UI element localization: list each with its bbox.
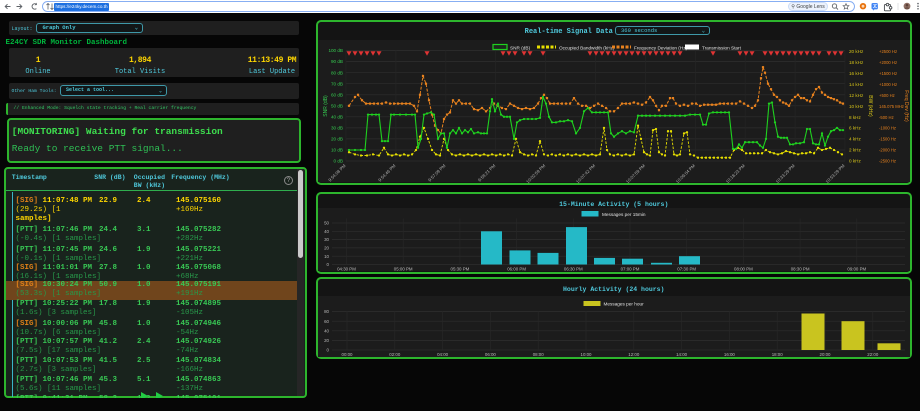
svg-text:4 kHz: 4 kHz [849,137,861,142]
svg-text:05:30 PM: 05:30 PM [451,267,470,272]
svg-text:00:00: 00:00 [342,352,354,357]
svg-text:SNR (dB): SNR (dB) [510,46,530,51]
svg-text:14 kHz: 14 kHz [849,82,864,87]
svg-text:60 dB: 60 dB [331,92,343,97]
svg-text:Messages per 15min: Messages per 15min [602,212,646,217]
svg-text:20 dB: 20 dB [331,137,343,142]
svg-text:50: 50 [324,221,329,226]
svg-text:90 dB: 90 dB [331,59,343,64]
svg-text:-2000 Hz: -2000 Hz [879,148,896,153]
svg-text:20:00: 20:00 [820,352,832,357]
svg-text:06:00 PM: 06:00 PM [507,267,526,272]
svg-text:04:30 PM: 04:30 PM [337,267,356,272]
svg-text:12:00: 12:00 [628,352,640,357]
svg-text:-2500 Hz: -2500 Hz [879,159,896,164]
svg-text:05:00 PM: 05:00 PM [394,267,413,272]
svg-text:06:30 PM: 06:30 PM [564,267,583,272]
svg-text:100 dB: 100 dB [328,48,343,53]
svg-text:07:00 PM: 07:00 PM [621,267,640,272]
svg-text:10 dB: 10 dB [331,148,343,153]
svg-text:0 kHz: 0 kHz [849,159,861,164]
svg-text:02:00: 02:00 [389,352,401,357]
svg-text:+2000 Hz: +2000 Hz [879,60,897,65]
svg-text:18:00: 18:00 [772,352,784,357]
svg-text:80: 80 [324,309,329,314]
svg-text:+1000 Hz: +1000 Hz [879,82,897,87]
svg-text:2 kHz: 2 kHz [849,148,861,153]
svg-text:30: 30 [324,237,329,242]
svg-text:+2500 Hz: +2500 Hz [879,49,897,54]
svg-text:16 kHz: 16 kHz [849,71,864,76]
svg-text:08:00 PM: 08:00 PM [734,267,753,272]
svg-text:-1500 Hz: -1500 Hz [879,137,896,142]
svg-text:8 kHz: 8 kHz [849,115,861,120]
svg-text:04:00: 04:00 [437,352,449,357]
svg-text:10: 10 [324,254,329,259]
svg-text:Transmission Start: Transmission Start [702,46,742,51]
svg-text:08:30 PM: 08:30 PM [791,267,810,272]
svg-text:40: 40 [324,229,329,234]
svg-text:08:00: 08:00 [533,352,545,357]
svg-text:70 dB: 70 dB [331,81,343,86]
svg-text:20: 20 [324,246,329,251]
svg-text:30 dB: 30 dB [331,126,343,131]
svg-text:80 dB: 80 dB [331,70,343,75]
svg-text:18 kHz: 18 kHz [849,60,864,65]
svg-text:20: 20 [324,338,329,343]
svg-text:SNR (dB): SNR (dB) [323,95,329,117]
svg-text:22:00: 22:00 [867,352,879,357]
svg-text:-1000 Hz: -1000 Hz [879,126,896,131]
svg-text:0 dB: 0 dB [334,159,343,164]
svg-text:+1500 Hz: +1500 Hz [879,71,897,76]
svg-text:60: 60 [324,319,329,324]
svg-text:-500 Hz: -500 Hz [879,115,894,120]
svg-text:Messages per hour: Messages per hour [604,302,645,307]
svg-text:6 kHz: 6 kHz [849,126,861,131]
svg-text:+500 Hz: +500 Hz [879,93,895,98]
svg-text:14:00: 14:00 [676,352,688,357]
svg-text:12 kHz: 12 kHz [849,93,864,98]
svg-text:145.075 MHz: 145.075 MHz [879,104,904,109]
svg-text:40 dB: 40 dB [331,114,343,119]
svg-text:Frequency Deviation (Hz): Frequency Deviation (Hz) [634,46,688,51]
svg-text:07:30 PM: 07:30 PM [677,267,696,272]
svg-text:50 dB: 50 dB [331,103,343,108]
svg-text:16:00: 16:00 [724,352,736,357]
svg-text:06:00: 06:00 [485,352,497,357]
svg-text:Occupied Bandwidth (kHz): Occupied Bandwidth (kHz) [559,46,615,51]
svg-text:10:00: 10:00 [581,352,593,357]
svg-text:20 kHz: 20 kHz [849,49,864,54]
svg-text:40: 40 [324,328,329,333]
svg-text:09:00 PM: 09:00 PM [847,267,866,272]
svg-text:10 kHz: 10 kHz [849,104,864,109]
svg-text:BW (kHz): BW (kHz) [867,95,873,117]
svg-text:Freq Dev (Hz): Freq Dev (Hz) [903,90,909,122]
